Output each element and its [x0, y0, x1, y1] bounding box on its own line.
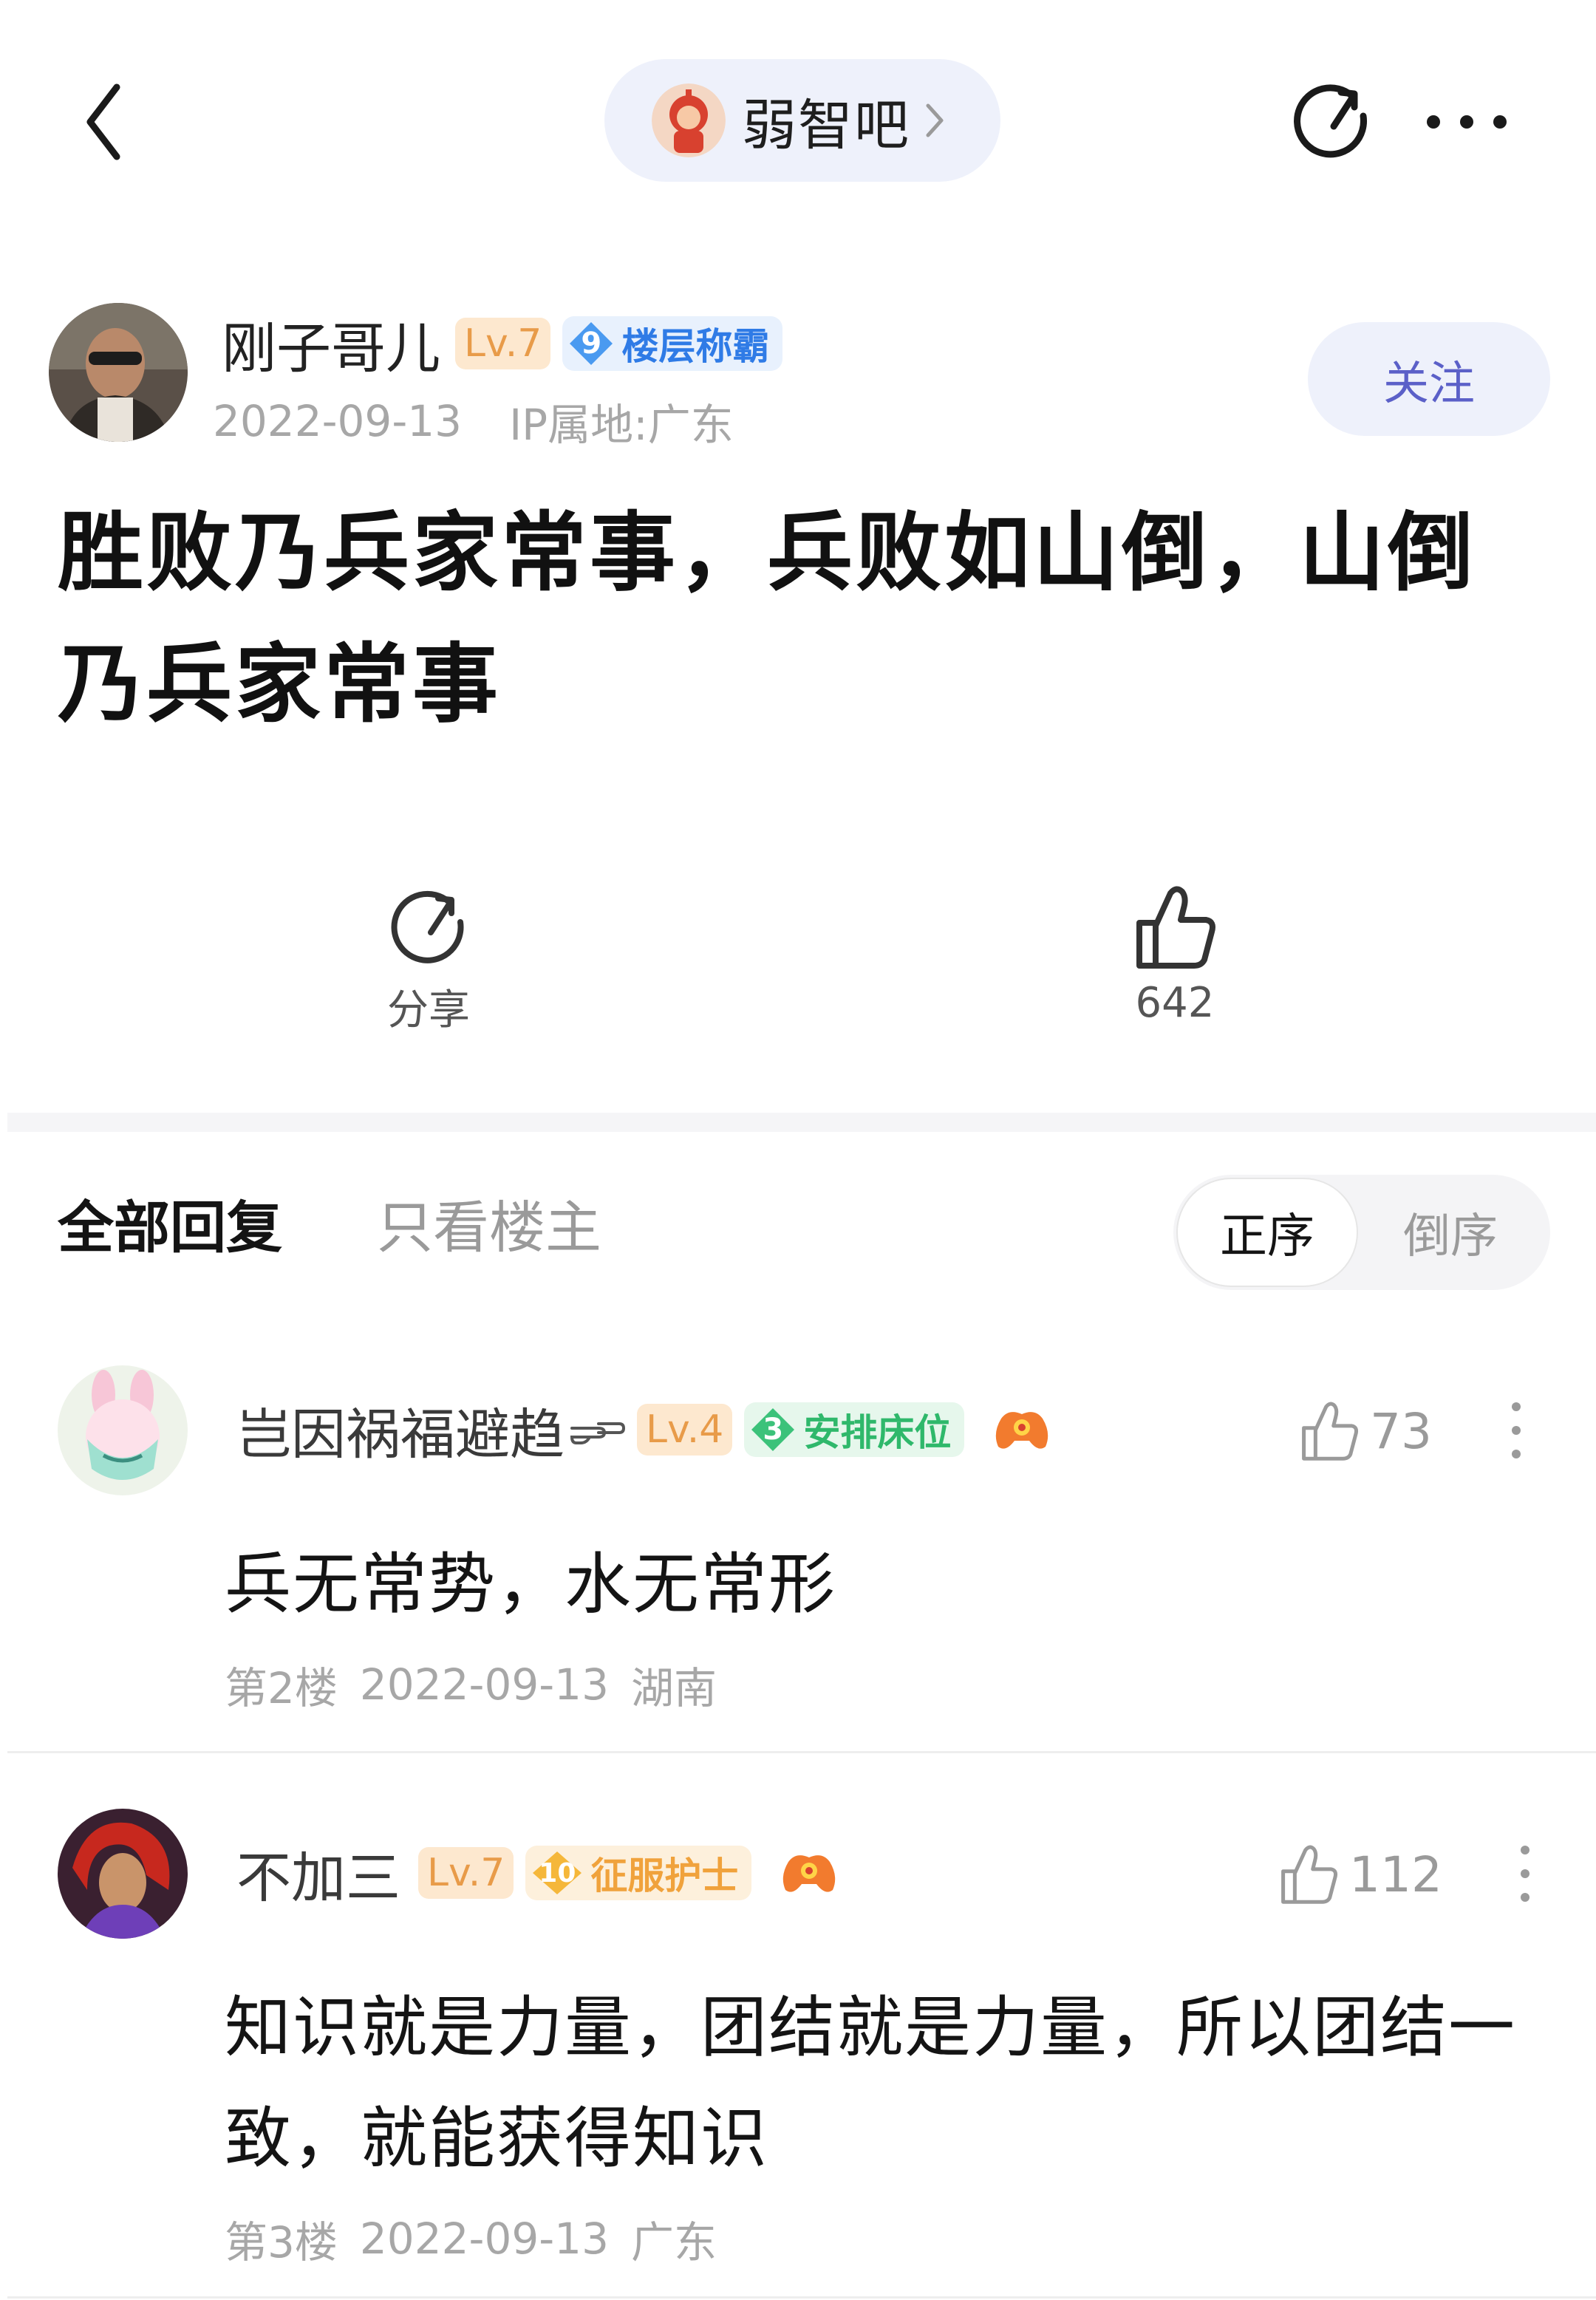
reply-location: 广东 — [630, 2217, 717, 2267]
reply-like-count: 73 — [1370, 1402, 1432, 1460]
sort-asc-button[interactable]: 正序 — [1176, 1178, 1358, 1287]
back-button[interactable] — [66, 74, 140, 170]
reply-like-count: 112 — [1349, 1846, 1442, 1903]
title-level: 3 — [763, 1413, 784, 1447]
forum-pill[interactable]: 弱智吧 — [604, 59, 1000, 182]
follow-button[interactable]: 关注 — [1308, 322, 1550, 436]
level-badge: Lv.7 — [455, 318, 551, 369]
share-icon — [1294, 84, 1368, 158]
more-vertical-icon — [1521, 1846, 1530, 1902]
thumbs-up-icon — [1136, 886, 1215, 969]
sort-toggle: 正序 倒序 — [1173, 1175, 1550, 1290]
reply-author-name[interactable]: 岂因祸福避趋 — [236, 1390, 565, 1470]
reply-item: 不加三 Lv.7 10 征服护士 112 知识就是力量，团结就是力量，所以团结一… — [0, 1795, 1596, 2283]
reply-item: 岂因祸福避趋 Lv.4 3 安排床位 73 兵无常势，水无常形 第2楼 2022… — [0, 1352, 1596, 1751]
post-date: 2022-09-13 — [213, 396, 463, 446]
gem-icon: 3 — [750, 1407, 796, 1453]
thumbs-up-icon — [1281, 1845, 1338, 1904]
author-name[interactable]: 刚子哥儿 — [222, 304, 440, 383]
forum-name: 弱智吧 — [742, 93, 910, 157]
reply-divider — [7, 1751, 1596, 1753]
more-vertical-icon — [1512, 1402, 1521, 1458]
reply-avatar[interactable] — [58, 1365, 188, 1495]
title-name: 征服护士 — [590, 1854, 739, 1897]
title-name: 楼层称霸 — [621, 325, 770, 368]
gem-icon: 9 — [568, 321, 614, 366]
reply-author-name[interactable]: 不加三 — [236, 1834, 400, 1913]
forum-avatar — [652, 83, 726, 157]
tab-op-only[interactable]: 只看楼主 — [377, 1182, 601, 1263]
sort-desc-button[interactable]: 倒序 — [1365, 1175, 1535, 1290]
title-badge: 9 楼层称霸 — [562, 316, 783, 371]
reply-like-button[interactable]: 73 — [1297, 1390, 1432, 1472]
level-badge: Lv.7 — [418, 1847, 514, 1899]
level-badge: Lv.4 — [637, 1404, 733, 1456]
chevron-right-icon — [926, 103, 944, 137]
chevron-left-icon — [86, 83, 120, 160]
reply-like-button[interactable]: 112 — [1277, 1834, 1442, 1915]
gamepad-icon — [996, 1412, 1048, 1449]
reply-more-button[interactable] — [1503, 1843, 1547, 1909]
reply-floor: 第2楼 — [225, 1663, 338, 1713]
reply-text: 兵无常势，水无常形 — [225, 1546, 836, 1623]
reply-divider — [7, 2296, 1596, 2299]
share-action[interactable]: 分享 — [355, 887, 502, 1049]
title-name: 安排床位 — [803, 1411, 952, 1454]
gem-icon: 10 — [531, 1850, 583, 1896]
title-level: 10 — [539, 1857, 576, 1888]
ip-location: IP属地:广东 — [509, 400, 734, 450]
share-label: 分享 — [387, 986, 470, 1034]
section-divider — [7, 1113, 1596, 1132]
reply-avatar[interactable] — [58, 1809, 188, 1939]
share-top-button[interactable] — [1287, 77, 1376, 165]
title-badge: 3 安排床位 — [744, 1402, 965, 1457]
post-title: 胜败乃兵家常事，兵败如山倒，山倒乃兵家常事 — [58, 503, 1476, 734]
share-icon — [391, 890, 464, 963]
like-count: 642 — [1135, 979, 1215, 1027]
author-avatar[interactable] — [49, 303, 188, 442]
title-badge: 10 征服护士 — [525, 1846, 752, 1900]
more-button[interactable] — [1419, 96, 1515, 148]
like-action[interactable]: 642 — [1101, 883, 1249, 1049]
title-level: 9 — [581, 327, 602, 361]
reply-more-button[interactable] — [1494, 1399, 1538, 1466]
reply-date: 2022-09-13 — [359, 1659, 609, 1710]
tab-all-replies[interactable]: 全部回复 — [58, 1182, 282, 1263]
reply-location: 湖南 — [630, 1663, 717, 1713]
gamepad-icon — [783, 1855, 836, 1892]
reply-floor: 第3楼 — [225, 2217, 338, 2267]
reply-date: 2022-09-13 — [359, 2214, 609, 2264]
reply-text: 知识就是力量，团结就是力量，所以团结一致，就能获得知识 — [225, 1989, 1516, 2177]
thumbs-up-icon — [1302, 1402, 1359, 1461]
more-icon — [1427, 115, 1507, 129]
pointing-hand-icon — [570, 1422, 625, 1444]
